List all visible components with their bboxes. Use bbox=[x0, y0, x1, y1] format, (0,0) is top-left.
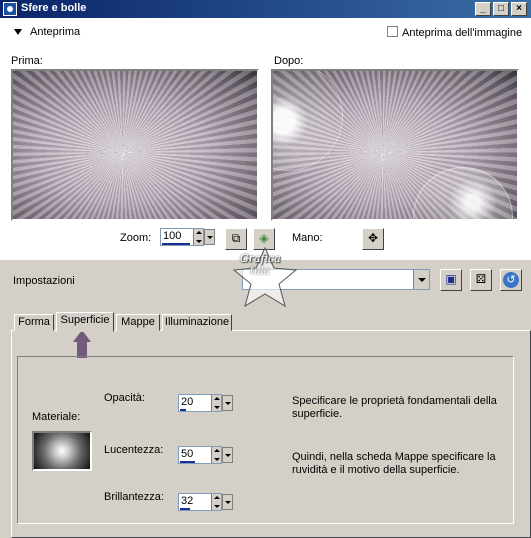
mano-label: Mano: bbox=[292, 232, 323, 244]
fit-window-icon: ⧉ bbox=[231, 231, 241, 245]
tab-illuminazione[interactable]: Illuminazione bbox=[162, 314, 232, 331]
minimize-button[interactable]: _ bbox=[475, 2, 491, 16]
before-preview-image[interactable] bbox=[11, 69, 259, 221]
app-icon[interactable] bbox=[3, 2, 17, 16]
gloss-label: Lucentezza: bbox=[104, 444, 164, 456]
image-preview-label: Anteprima dell'immagine bbox=[402, 27, 523, 39]
dice-icon: ⚄ bbox=[475, 272, 487, 286]
zoom-spinner[interactable]: 100 bbox=[160, 228, 215, 246]
pan-button[interactable]: ✥ bbox=[362, 228, 384, 250]
opacity-stepper[interactable] bbox=[211, 395, 221, 411]
gloss-spinner[interactable]: 50 bbox=[178, 446, 233, 464]
gloss-stepper[interactable] bbox=[211, 447, 221, 463]
tab-forma[interactable]: Forma bbox=[14, 314, 54, 331]
title-bar: Sfere e bolle _ □ × bbox=[0, 0, 531, 18]
shininess-value[interactable]: 32 bbox=[181, 495, 193, 507]
material-swatch[interactable] bbox=[32, 431, 92, 471]
after-label: Dopo: bbox=[274, 55, 304, 67]
opacity-label: Opacità: bbox=[104, 392, 145, 404]
preview-toggle[interactable]: Anteprima bbox=[14, 26, 80, 38]
randomize-icon: ◈ bbox=[259, 231, 269, 245]
zoom-value[interactable]: 100 bbox=[163, 230, 181, 242]
pan-icon: ✥ bbox=[367, 231, 379, 245]
image-preview-checkbox-row[interactable]: Anteprima dell'immagine bbox=[387, 26, 522, 39]
presets-label: Impostazioni bbox=[13, 275, 75, 287]
opacity-value[interactable]: 20 bbox=[181, 396, 193, 408]
randomize-preset-button[interactable]: ⚄ bbox=[470, 269, 492, 291]
gloss-dropdown-icon[interactable] bbox=[222, 447, 233, 463]
shininess-label: Brillantezza: bbox=[104, 491, 164, 503]
save-preset-icon: ▣ bbox=[445, 272, 457, 286]
opacity-dropdown-icon[interactable] bbox=[222, 395, 233, 411]
image-preview-checkbox[interactable] bbox=[387, 26, 398, 37]
shininess-dropdown-icon[interactable] bbox=[222, 494, 233, 510]
pointer-arrow-icon bbox=[73, 330, 91, 358]
tab-mappe[interactable]: Mappe bbox=[116, 314, 160, 331]
watermark-line2: tuia bbox=[250, 266, 270, 277]
reset-icon: ↺ bbox=[503, 272, 519, 288]
zoom-dropdown-icon[interactable] bbox=[204, 229, 215, 245]
zoom-stepper[interactable] bbox=[193, 229, 203, 245]
opacity-spinner[interactable]: 20 bbox=[178, 394, 233, 412]
gloss-value[interactable]: 50 bbox=[181, 448, 193, 460]
window-title: Sfere e bolle bbox=[21, 2, 87, 14]
watermark-line1: Grafica bbox=[240, 252, 281, 265]
close-button[interactable]: × bbox=[511, 2, 527, 16]
reset-button[interactable]: ↺ bbox=[500, 269, 522, 291]
grafica-watermark: Grafica tuia bbox=[230, 246, 300, 310]
preview-toggle-label: Anteprima bbox=[30, 26, 81, 38]
maximize-button[interactable]: □ bbox=[493, 2, 509, 16]
surface-description-2: Quindi, nella scheda Mappe specificare l… bbox=[292, 451, 496, 476]
save-preset-button[interactable]: ▣ bbox=[440, 269, 462, 291]
material-label: Materiale: bbox=[32, 411, 81, 423]
after-preview-image[interactable] bbox=[271, 69, 519, 221]
shininess-spinner[interactable]: 32 bbox=[178, 493, 233, 511]
presets-dropdown-icon[interactable] bbox=[413, 270, 429, 289]
collapse-triangle-icon[interactable] bbox=[14, 29, 22, 36]
preview-panel: Anteprima Anteprima dell'immagine Prima:… bbox=[0, 18, 531, 260]
tab-superficie[interactable]: Superficie bbox=[56, 312, 114, 332]
before-label: Prima: bbox=[11, 55, 43, 67]
surface-description-1: Specificare le proprietà fondamentali de… bbox=[292, 395, 497, 420]
shininess-stepper[interactable] bbox=[211, 494, 221, 510]
zoom-label: Zoom: bbox=[120, 232, 152, 244]
